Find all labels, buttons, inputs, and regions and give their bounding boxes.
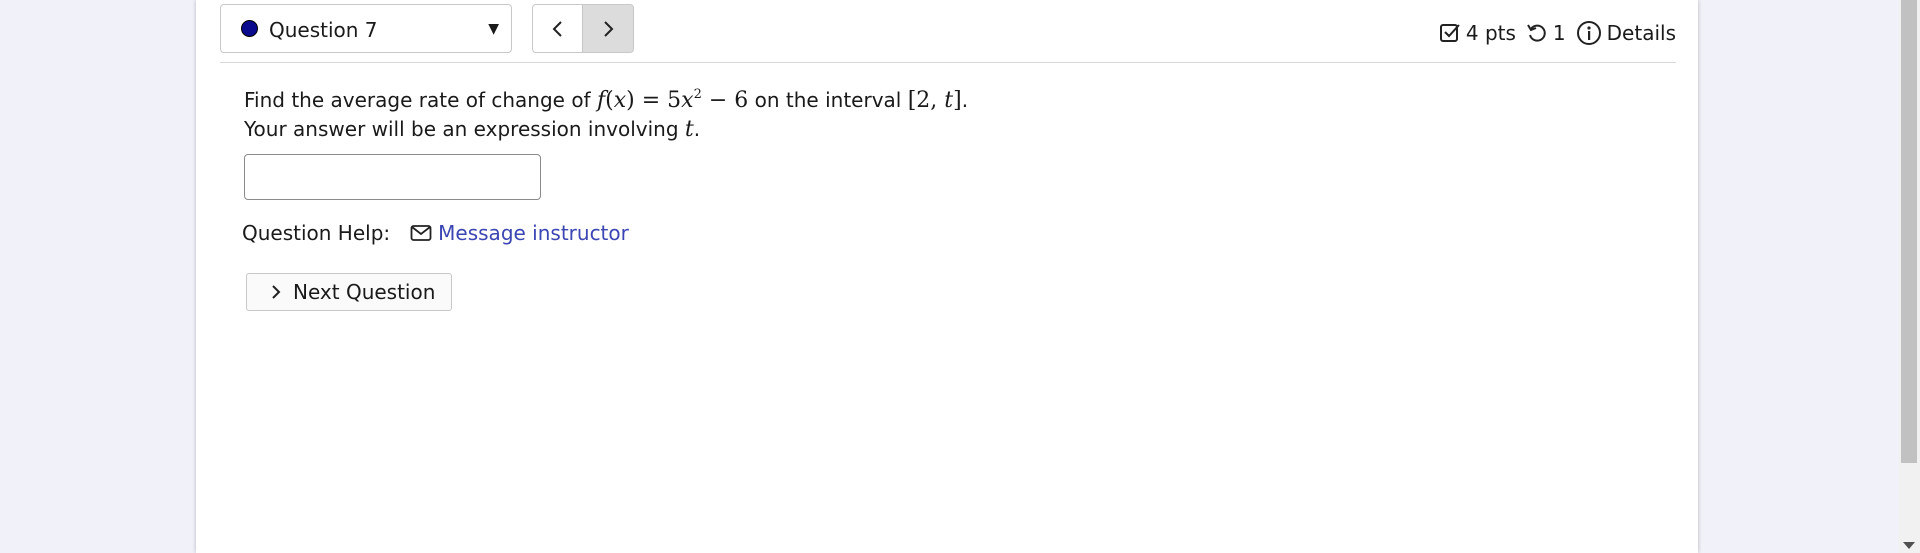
envelope-icon xyxy=(410,225,432,241)
attempts-text: 1 xyxy=(1552,21,1566,45)
question-card: Question 7 ▼ 4 pts 1 Details Find the av… xyxy=(196,0,1698,553)
chevron-right-icon xyxy=(604,20,614,37)
function-expression: f(x) = 5x2 − 6 xyxy=(596,87,749,113)
message-instructor-link[interactable]: Message instructor xyxy=(410,221,629,245)
info-icon xyxy=(1576,21,1601,45)
attempts-info: 1 xyxy=(1526,21,1566,45)
question-line-1: Find the average rate of change of f(x) … xyxy=(244,87,969,113)
caret-down-icon: ▼ xyxy=(488,21,499,37)
next-question-label: Next Question xyxy=(293,280,436,304)
page-scrollbar[interactable] xyxy=(1898,0,1920,553)
question-meta: 4 pts 1 Details xyxy=(1429,18,1676,48)
status-dot xyxy=(241,20,258,37)
details-button[interactable]: Details xyxy=(1576,20,1676,46)
next-question-button[interactable]: Next Question xyxy=(246,273,452,311)
answer-input[interactable] xyxy=(244,154,541,200)
details-label: Details xyxy=(1606,21,1676,45)
retry-icon xyxy=(1527,24,1546,42)
chevron-left-icon xyxy=(552,20,562,37)
variable-t: t xyxy=(684,117,694,142)
previous-question-button[interactable] xyxy=(532,4,583,53)
points-info: 4 pts xyxy=(1439,21,1516,45)
chevron-right-icon xyxy=(272,285,281,299)
scroll-down-arrow-icon[interactable] xyxy=(1903,542,1915,549)
header-divider xyxy=(220,62,1676,63)
scrollbar-thumb[interactable] xyxy=(1901,0,1917,463)
question-select[interactable]: Question 7 ▼ xyxy=(220,4,512,53)
question-text: Find the average rate of change of f(x) … xyxy=(244,86,968,144)
checkbox-icon xyxy=(1439,24,1460,42)
question-help: Question Help: Message instructor xyxy=(242,221,629,245)
next-question-nav-button[interactable] xyxy=(583,4,634,53)
question-select-label: Question 7 xyxy=(269,18,378,42)
question-line-2: Your answer will be an expression involv… xyxy=(244,117,701,142)
message-instructor-label: Message instructor xyxy=(438,221,629,245)
points-text: 4 pts xyxy=(1465,21,1516,45)
question-help-label: Question Help: xyxy=(242,221,391,245)
interval-expression: [2, t] xyxy=(907,88,962,113)
